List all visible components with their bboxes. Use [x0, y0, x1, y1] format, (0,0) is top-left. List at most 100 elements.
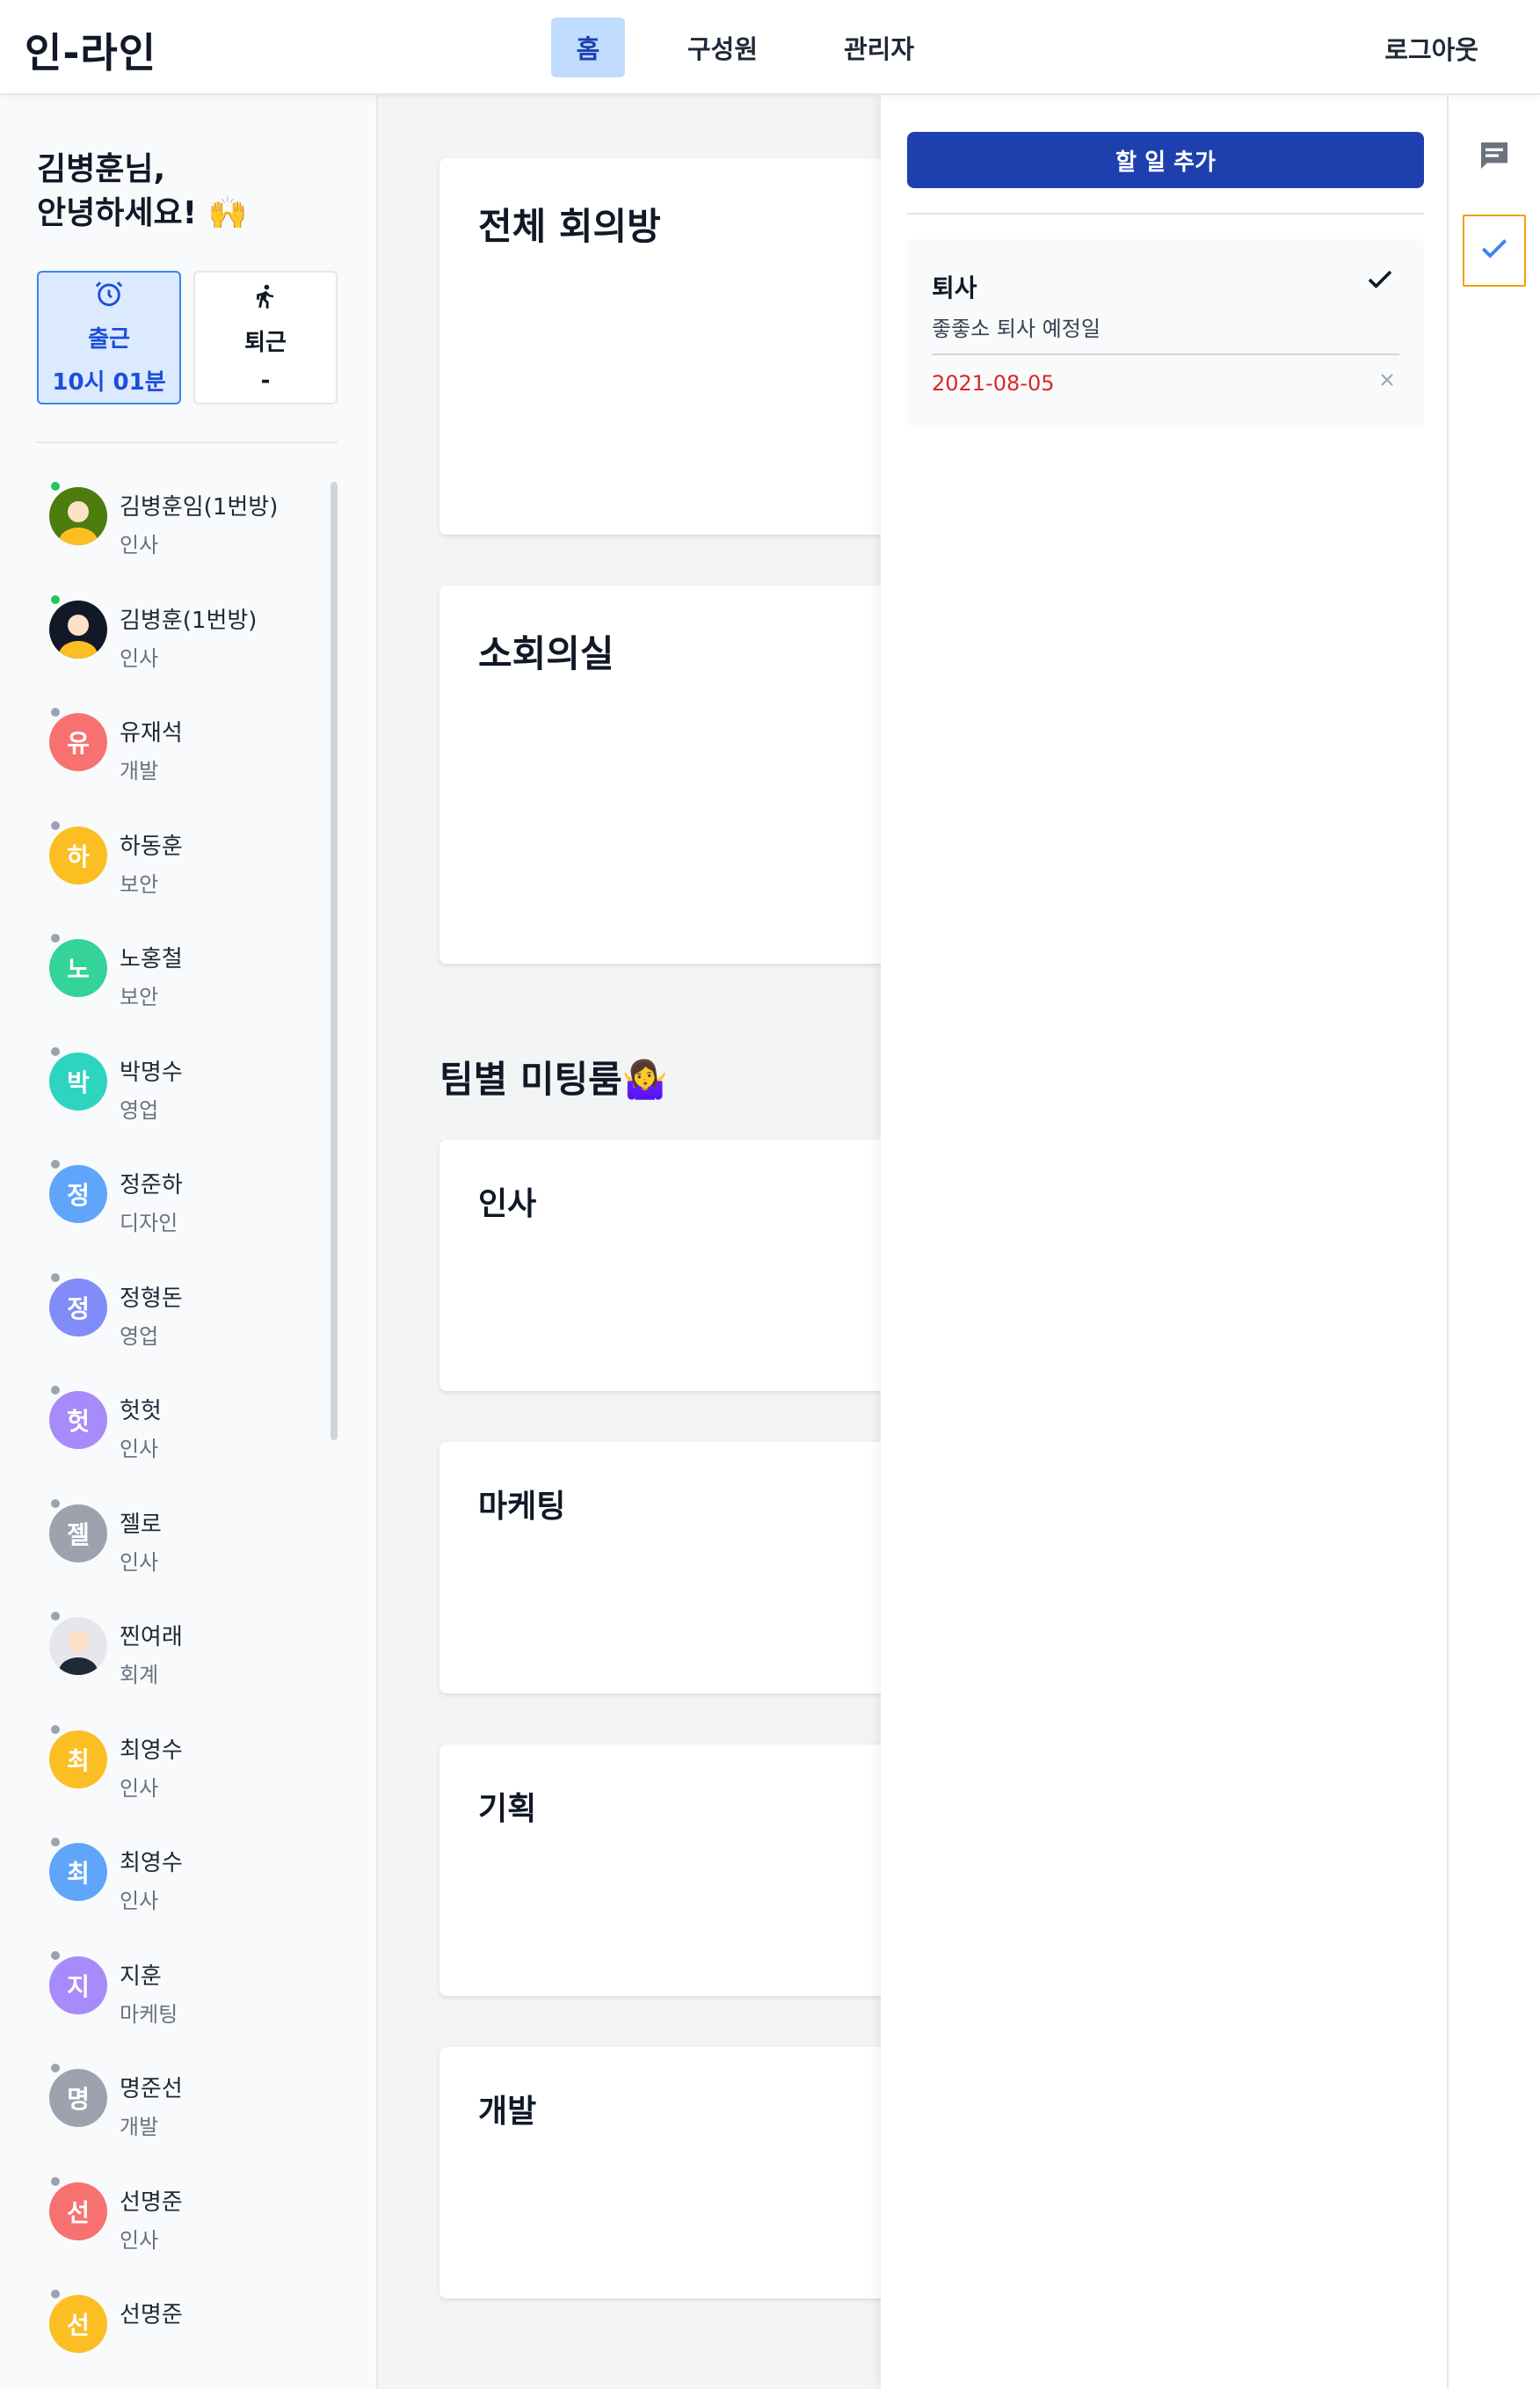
member-list-item[interactable]: 최 최영수 인사 [49, 1715, 313, 1827]
avatar [49, 487, 107, 545]
online-status-indicator [49, 2288, 62, 2300]
member-list-item[interactable]: 정 정형돈영업 [49, 1263, 313, 1375]
member-list-item[interactable]: 김병훈임(1번방) 인사 [49, 471, 313, 584]
member-list-item[interactable]: 선 선명준 인사 [49, 2167, 313, 2279]
member-list-item[interactable]: 헛 헛헛 인사 [49, 1375, 313, 1488]
team-card-marketing[interactable]: 마케팅 [439, 1442, 914, 1693]
todo-item-divider [932, 353, 1399, 355]
member-name: 찐여래 [120, 1624, 183, 1650]
delete-icon[interactable] [1377, 369, 1398, 397]
member-department: 인사 [120, 645, 159, 671]
avatar-initial: 명 [67, 2085, 90, 2114]
avatar: 지 [49, 1956, 107, 2014]
avatar: 하 [49, 826, 107, 885]
online-status-indicator [49, 1045, 62, 1058]
online-status-indicator [49, 2174, 62, 2188]
member-list-item[interactable]: 유 유재석 개발 [49, 697, 313, 810]
team-card-hr[interactable]: 인사 [439, 1140, 914, 1391]
avatar-initial: 박 [67, 1067, 90, 1097]
online-status-indicator [49, 1610, 62, 1622]
todo-item: 퇴사 좋좋소 퇴사 예정일 2021-08-05 [907, 239, 1424, 427]
online-status-indicator [49, 932, 62, 944]
online-status-indicator [49, 1384, 62, 1396]
avatar-initial: 젤 [67, 1519, 90, 1549]
team-card-planning[interactable]: 기획 [439, 1744, 914, 1996]
member-list-item[interactable]: 하 하동훈 보안 [49, 811, 313, 923]
running-icon [251, 282, 280, 317]
app-logo[interactable]: 인-라인 [25, 21, 156, 79]
team-section-title: 팀별 미팅룸🤷‍♀️ [439, 1058, 669, 1101]
logout-button[interactable]: 로그아웃 [1384, 30, 1478, 67]
member-name: 하동훈 [120, 833, 183, 860]
todo-toggle-button[interactable] [1463, 215, 1526, 287]
team-title: 마케팅 [478, 1489, 566, 1525]
avatar: 명 [49, 2069, 107, 2127]
checkin-button[interactable]: 출근 10시 01분 [37, 271, 181, 404]
member-list-item[interactable]: 젤 젤로 인사 [49, 1489, 313, 1601]
member-list-item[interactable]: 노 노홍철 보안 [49, 923, 313, 1036]
todo-divider [907, 213, 1424, 215]
sidebar-divider [37, 441, 338, 443]
avatar-initial: 정 [67, 1293, 90, 1323]
avatar: 노 [49, 939, 107, 997]
team-card-dev[interactable]: 개발 [439, 2047, 914, 2298]
member-department: 보안 [120, 985, 159, 1009]
member-list-item[interactable]: 찐여래회계 [49, 1601, 313, 1714]
member-name: 김병훈(1번방) [120, 607, 258, 634]
avatar-initial: 하 [67, 841, 90, 871]
member-list-item[interactable]: 박 박명수 영업 [49, 1037, 313, 1149]
member-department: 인사 [120, 2227, 159, 2253]
avatar: 최 [49, 1730, 107, 1788]
member-department: 디자인 [120, 1211, 178, 1235]
member-name: 선명준 [120, 2302, 183, 2328]
member-name: 헛헛 [120, 1398, 162, 1424]
online-status-indicator [49, 1723, 62, 1736]
member-list-item[interactable]: 정 정준하 디자인 [49, 1149, 313, 1262]
member-department: 영업 [120, 1323, 159, 1349]
avatar-initial: 헛 [67, 1407, 90, 1436]
member-list-item[interactable]: 최 최영수 인사 [49, 1827, 313, 1940]
member-name: 정형돈 [120, 1285, 183, 1312]
member-list-item[interactable]: 명 명준선 개발 [49, 2053, 313, 2166]
online-status-indicator [49, 1836, 62, 1848]
checkout-label: 퇴근 [244, 329, 287, 356]
avatar: 헛 [49, 1391, 107, 1449]
member-department: 영업 [120, 1097, 159, 1123]
online-status-indicator [49, 1497, 62, 1510]
avatar-initial: 노 [67, 955, 90, 984]
member-department: 인사 [120, 533, 159, 557]
tab-members[interactable]: 구성원 [670, 18, 775, 77]
member-list: 김병훈임(1번방) 인사 김병훈(1번방) 인사 유 유재석 개발 하 하동훈 보안 노 노홍철 보안 박… [0, 471, 376, 2379]
tab-home[interactable]: 홈 [551, 18, 625, 77]
tab-admin[interactable]: 관리자 [826, 18, 932, 77]
member-list-item[interactable]: 선 선명준 [49, 2279, 313, 2379]
room-card-all[interactable]: 전체 회의방 [439, 158, 914, 535]
complete-check-icon[interactable] [1362, 264, 1398, 299]
online-status-indicator [49, 1158, 62, 1170]
add-todo-button[interactable]: 할 일 추가 [907, 132, 1424, 188]
avatar [49, 1617, 107, 1675]
avatar-initial: 선 [67, 2311, 90, 2340]
avatar: 박 [49, 1052, 107, 1111]
checkin-label: 출근 [88, 326, 130, 353]
room-title: 전체 회의방 [478, 205, 661, 248]
member-name: 지훈 [120, 1963, 162, 1990]
checkout-button[interactable]: 퇴근 - [193, 271, 338, 404]
chat-toggle-button[interactable] [1463, 121, 1526, 193]
member-department: 회계 [120, 1663, 159, 1687]
team-title: 인사 [478, 1186, 537, 1222]
greeting: 김병훈님, 안녕하세요! 🙌 [37, 148, 247, 236]
online-status-indicator [49, 2062, 62, 2074]
avatar-initial: 최 [67, 1859, 90, 1888]
member-list-item[interactable]: 김병훈(1번방) 인사 [49, 585, 313, 697]
avatar-initial: 유 [67, 729, 90, 758]
team-title: 기획 [478, 1791, 537, 1827]
member-name: 명준선 [120, 2076, 183, 2102]
greeting-message: 안녕하세요! 🙌 [37, 195, 248, 231]
room-card-small-meeting[interactable]: 소회의실 [439, 586, 914, 964]
member-name: 유재석 [120, 720, 183, 747]
member-name: 정준하 [120, 1172, 183, 1198]
checkin-time: 10시 01분 [52, 369, 166, 396]
chat-icon [1477, 138, 1512, 177]
member-list-item[interactable]: 지 지훈 마케팅 [49, 1941, 313, 2053]
